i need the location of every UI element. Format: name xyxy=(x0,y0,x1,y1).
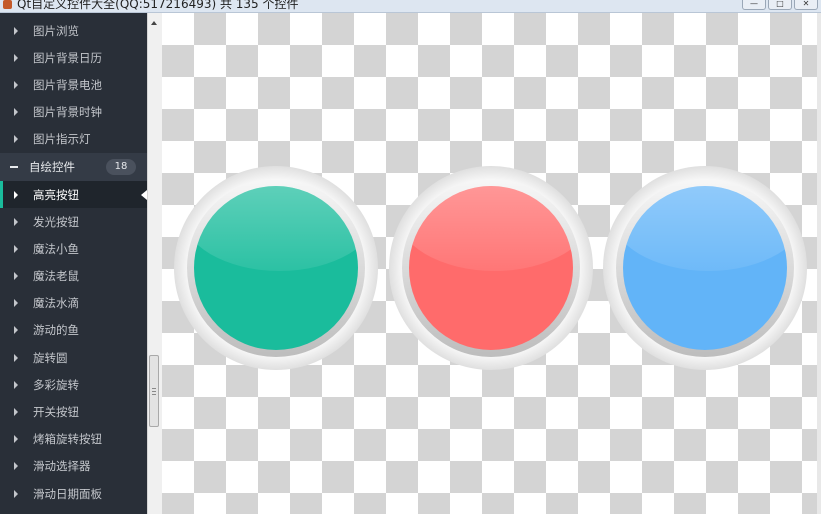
sidebar-item-label: 烤箱旋转按钮 xyxy=(33,432,102,447)
caret-right-icon xyxy=(14,408,18,417)
caret-right-icon xyxy=(14,26,18,35)
scroll-up-arrow-icon[interactable] xyxy=(151,21,157,25)
sidebar-item-label: 图片背景电池 xyxy=(33,77,102,92)
sidebar-item-magic-fish[interactable]: 魔法小鱼 xyxy=(0,235,147,262)
sidebar-item-magic-drop[interactable]: 魔法水滴 xyxy=(0,290,147,317)
caret-right-icon xyxy=(14,435,18,444)
sidebar-nav: 图片浏览 图片背景日历 图片背景电池 图片背景时钟 图片指示灯 自绘控件 18 … xyxy=(0,13,147,514)
sidebar-item-label: 旋转圆 xyxy=(33,350,68,365)
count-badge: 18 xyxy=(106,158,136,175)
window-controls: — □ ✕ xyxy=(742,0,818,10)
sidebar-group-custom-controls[interactable]: 自绘控件 18 xyxy=(0,152,147,181)
light-gloss xyxy=(194,186,358,272)
sidebar-group-label: 自绘控件 xyxy=(29,159,75,174)
sidebar-scrollbar[interactable] xyxy=(147,13,161,514)
sidebar-item-image-browse[interactable]: 图片浏览 xyxy=(0,17,147,44)
light-button-green[interactable] xyxy=(174,166,378,370)
sidebar-item-label: 魔法水滴 xyxy=(33,296,79,311)
light-gloss xyxy=(623,186,787,272)
caret-right-icon xyxy=(14,244,18,253)
close-button[interactable]: ✕ xyxy=(794,0,818,10)
sidebar-item-label: 图片背景日历 xyxy=(33,50,102,65)
caret-right-icon xyxy=(14,462,18,471)
grip-icon xyxy=(152,388,156,389)
sidebar-item-label: 图片背景时钟 xyxy=(33,105,102,120)
light-lamp xyxy=(409,186,573,350)
light-button-red[interactable] xyxy=(389,166,593,370)
sidebar-item-rotating-circle[interactable]: 旋转圆 xyxy=(0,344,147,371)
light-gloss xyxy=(409,186,573,272)
sidebar-item-label: 滑动选择器 xyxy=(33,459,91,474)
caret-right-icon xyxy=(14,272,18,281)
caret-right-icon xyxy=(14,135,18,144)
sidebar-item-label: 高亮按钮 xyxy=(33,187,79,202)
caret-right-icon xyxy=(14,108,18,117)
sidebar-item-image-clock[interactable]: 图片背景时钟 xyxy=(0,99,147,126)
sidebar-item-label: 魔法小鱼 xyxy=(33,241,79,256)
caret-right-icon xyxy=(14,53,18,62)
sidebar-item-magic-mouse[interactable]: 魔法老鼠 xyxy=(0,263,147,290)
sidebar-item-image-indicator[interactable]: 图片指示灯 xyxy=(0,126,147,153)
sidebar-item-oven-knob[interactable]: 烤箱旋转按钮 xyxy=(0,426,147,453)
sidebar-item-label: 多彩旋转 xyxy=(33,377,79,392)
caret-right-icon xyxy=(14,217,18,226)
light-lamp xyxy=(194,186,358,350)
preview-canvas xyxy=(162,13,817,514)
sidebar-item-label: 滑动日期面板 xyxy=(33,486,102,501)
caret-right-icon xyxy=(14,190,18,199)
collapse-icon xyxy=(10,165,18,168)
sidebar-item-label: 开关按钮 xyxy=(33,405,79,420)
scroll-thumb[interactable] xyxy=(149,355,159,427)
sidebar-item-image-calendar[interactable]: 图片背景日历 xyxy=(0,44,147,71)
sidebar-item-label: 图片浏览 xyxy=(33,23,79,38)
caret-right-icon xyxy=(14,489,18,498)
sidebar-item-swimming-fish[interactable]: 游动的鱼 xyxy=(0,317,147,344)
app-icon xyxy=(3,0,12,9)
sidebar-item-slide-date-panel[interactable]: 滑动日期面板 xyxy=(0,480,147,507)
caret-right-icon xyxy=(14,299,18,308)
sidebar-item-label: 发光按钮 xyxy=(33,214,79,229)
sidebar-item-label: 魔法老鼠 xyxy=(33,269,79,284)
caret-right-icon xyxy=(14,353,18,362)
title-bar: Qt自定义控件大全(QQ:517216493) 共 135 个控件 — □ ✕ xyxy=(0,0,821,13)
sidebar-item-label: 图片指示灯 xyxy=(33,132,91,147)
sidebar-item-label: 游动的鱼 xyxy=(33,323,79,338)
sidebar-item-image-battery[interactable]: 图片背景电池 xyxy=(0,71,147,98)
sidebar-item-slide-selector[interactable]: 滑动选择器 xyxy=(0,453,147,480)
caret-right-icon xyxy=(14,380,18,389)
maximize-button[interactable]: □ xyxy=(768,0,792,10)
sidebar-item-colorful-rotation[interactable]: 多彩旋转 xyxy=(0,371,147,398)
sidebar-item-glow-button[interactable]: 发光按钮 xyxy=(0,208,147,235)
window-right-edge xyxy=(817,13,821,514)
sidebar-item-highlight-button[interactable]: 高亮按钮 xyxy=(0,180,147,209)
caret-right-icon xyxy=(14,80,18,89)
window-title: Qt自定义控件大全(QQ:517216493) 共 135 个控件 xyxy=(17,0,299,11)
caret-right-icon xyxy=(14,326,18,335)
minimize-button[interactable]: — xyxy=(742,0,766,10)
light-lamp xyxy=(623,186,787,350)
light-button-blue[interactable] xyxy=(603,166,807,370)
sidebar-item-switch-button[interactable]: 开关按钮 xyxy=(0,398,147,425)
